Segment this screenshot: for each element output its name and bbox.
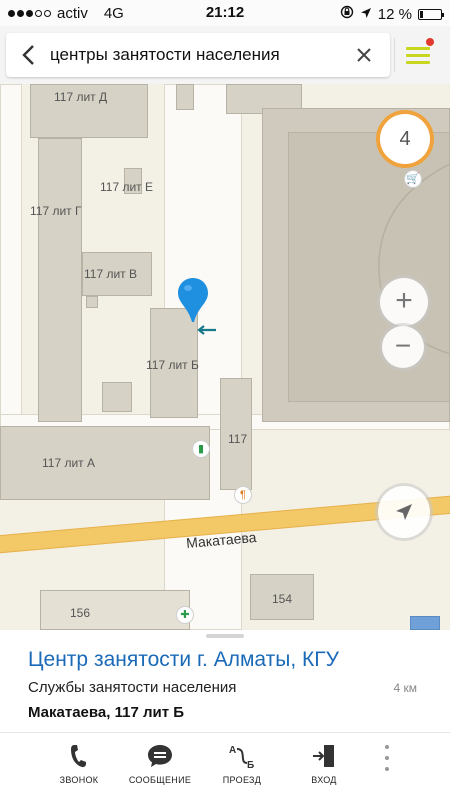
label-lit-b: 117 лит Б [146, 358, 199, 372]
label-154: 154 [272, 592, 293, 606]
battery-percent: 12 % [377, 5, 412, 23]
label-lit-a: 117 лит А [42, 456, 96, 470]
hamburger-icon-line [406, 54, 430, 57]
menu-button[interactable] [400, 35, 440, 75]
my-location-button[interactable] [378, 486, 430, 538]
building-blue [410, 616, 440, 630]
battery-icon [418, 8, 444, 20]
navigation-arrow-icon [396, 504, 412, 520]
cluster-badge[interactable]: 4 [380, 114, 430, 164]
road-left [0, 84, 22, 424]
entrance-button[interactable]: ВХОД [284, 743, 364, 785]
location-pin-icon[interactable] [176, 276, 210, 324]
zoom-in-button[interactable]: + [380, 278, 428, 326]
back-button[interactable] [14, 39, 44, 71]
place-card[interactable]: Центр занятости г. Алматы, КГУ Службы за… [0, 630, 450, 800]
orientation-lock-icon [340, 5, 354, 23]
search-input[interactable]: центры занятости населения [50, 45, 280, 65]
location-arrow-icon [360, 6, 372, 23]
poi-restaurant-icon[interactable]: ¶ [234, 486, 252, 504]
zoom-out-button[interactable]: − [382, 326, 424, 368]
hamburger-icon [406, 47, 430, 50]
label-117: 117 [228, 432, 248, 446]
search-box[interactable]: центры занятости населения [6, 33, 390, 77]
label-lit-v: 117 лит В [84, 267, 138, 281]
entrance-arrow-icon [197, 325, 216, 335]
poi-shop-icon[interactable]: 🛒 [404, 170, 422, 188]
action-bar: ЗВОНОК СООБЩЕНИЕ А Б ПРОЕЗД ВХОД [0, 733, 450, 800]
status-right: 12 % [340, 5, 444, 23]
message-button[interactable]: СООБЩЕНИЕ [120, 743, 200, 785]
message-label: СООБЩЕНИЕ [128, 775, 192, 785]
organization-address: Макатаева, 117 лит Б [28, 704, 185, 721]
search-header: центры занятости населения [0, 26, 450, 84]
building-156 [40, 590, 190, 630]
route-icon: А Б [229, 745, 254, 769]
status-bar: activ 4G 21:12 12 % [0, 0, 450, 26]
poi-bank-icon[interactable]: ▮ [192, 440, 210, 458]
distance-label: 4 км [393, 681, 417, 695]
label-lit-g: 117 лит Г [30, 204, 82, 218]
phone-icon [71, 745, 86, 768]
message-icon [148, 745, 172, 767]
poi-pharmacy-icon[interactable]: ✚ [176, 606, 194, 624]
building-tiny [86, 296, 98, 308]
svg-text:А: А [229, 745, 236, 756]
svg-text:Б: Б [247, 760, 254, 769]
call-button[interactable]: ЗВОНОК [39, 743, 119, 785]
close-icon [357, 48, 371, 62]
building-small-2 [102, 382, 132, 412]
organization-title[interactable]: Центр занятости г. Алматы, КГУ [28, 648, 339, 672]
call-label: ЗВОНОК [59, 775, 99, 785]
header-divider [394, 38, 395, 72]
building-lit-a [0, 426, 210, 500]
building-small [176, 84, 194, 110]
building-lit-g [38, 138, 82, 422]
hamburger-icon-line [406, 61, 430, 64]
route-label: ПРОЕЗД [222, 775, 262, 785]
label-lit-e: 117 лит Е [100, 180, 154, 194]
label-lit-d: 117 лит Д [54, 90, 108, 104]
organization-category: Службы занятости населения [28, 679, 237, 696]
door-entrance-icon [313, 745, 334, 767]
clear-search-button[interactable] [350, 39, 378, 71]
notification-dot [426, 38, 434, 46]
chevron-left-icon [22, 45, 34, 65]
route-button[interactable]: А Б ПРОЕЗД [202, 743, 282, 785]
drag-handle[interactable] [206, 634, 244, 638]
map-view[interactable]: Макатаева 117 лит Д 117 лит Е 117 лит Г … [0, 84, 450, 630]
label-156: 156 [70, 606, 91, 620]
entrance-label: ВХОД [311, 775, 337, 785]
more-options-icon[interactable] [384, 745, 390, 779]
